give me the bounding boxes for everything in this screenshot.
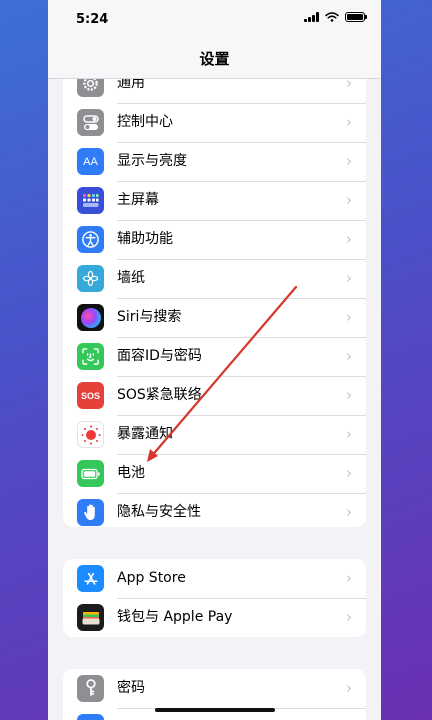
chevron-right-icon: › (346, 347, 352, 365)
settings-row-accessibility[interactable]: 辅助功能 › (63, 220, 366, 259)
wallet-icon (77, 604, 104, 631)
home-indicator[interactable] (155, 708, 275, 712)
app-store-icon (77, 565, 104, 592)
chevron-right-icon: › (346, 269, 352, 287)
settings-row-wallpaper[interactable]: 墙纸 › (63, 259, 366, 298)
settings-list[interactable]: 通用 › 控制中心 › AA 显示与亮度 › 主屏幕 › 辅助功能 › 墙纸 ›… (48, 0, 381, 720)
settings-row-label: 辅助功能 (117, 231, 173, 247)
control-center-icon (77, 109, 104, 136)
chevron-right-icon: › (346, 230, 352, 248)
chevron-right-icon: › (346, 308, 352, 326)
chevron-right-icon: › (346, 679, 352, 697)
settings-group-general: 通用 › 控制中心 › AA 显示与亮度 › 主屏幕 › 辅助功能 › 墙纸 ›… (63, 64, 366, 527)
navigation-bar: 设置 (48, 40, 381, 79)
privacy-hand-icon (77, 499, 104, 526)
wifi-icon (325, 12, 339, 22)
sos-text: SOS (80, 390, 100, 401)
settings-row-label: 密码 (117, 680, 145, 696)
settings-row-label: 钱包与 Apple Pay (117, 609, 233, 625)
siri-icon (77, 304, 104, 331)
settings-row-passwords[interactable]: 密码 › (63, 669, 366, 708)
settings-row-label: App Store (117, 570, 186, 586)
status-bar: 5:24 (48, 0, 381, 40)
settings-row-label: 电池 (117, 465, 145, 481)
settings-row-wallet[interactable]: 钱包与 Apple Pay › (63, 598, 366, 637)
settings-row-battery[interactable]: 电池 › (63, 454, 366, 493)
home-screen-icon (77, 187, 104, 214)
chevron-right-icon: › (346, 608, 352, 626)
settings-group-passwords: 密码 › (63, 669, 366, 720)
settings-row-label: 墙纸 (117, 270, 145, 286)
settings-row-control-center[interactable]: 控制中心 › (63, 103, 366, 142)
settings-row-siri[interactable]: Siri与搜索 › (63, 298, 366, 337)
settings-group-apps: App Store › 钱包与 Apple Pay › (63, 559, 366, 637)
cellular-signal-icon (304, 12, 319, 22)
face-id-icon (77, 343, 104, 370)
phone-screen: 通用 › 控制中心 › AA 显示与亮度 › 主屏幕 › 辅助功能 › 墙纸 ›… (48, 0, 381, 720)
status-time: 5:24 (76, 12, 109, 27)
chevron-right-icon: › (346, 464, 352, 482)
app-icon (77, 714, 104, 720)
chevron-right-icon: › (346, 113, 352, 131)
settings-row-label: 控制中心 (117, 114, 173, 130)
display-brightness-icon: AA (77, 148, 104, 175)
settings-row-label: 主屏幕 (117, 192, 159, 208)
aa-text: AA (83, 155, 98, 168)
page-title: 设置 (199, 50, 230, 68)
settings-row-label: SOS紧急联络 (117, 387, 202, 403)
settings-row-label: Siri与搜索 (117, 309, 182, 325)
battery-icon (77, 460, 104, 487)
settings-row-sos[interactable]: SOS SOS紧急联络 › (63, 376, 366, 415)
chevron-right-icon: › (346, 386, 352, 404)
battery-status-icon (345, 12, 367, 22)
chevron-right-icon: › (346, 503, 352, 521)
chevron-right-icon: › (346, 569, 352, 587)
settings-row-label: 显示与亮度 (117, 153, 187, 169)
exposure-notification-icon (77, 421, 104, 448)
key-icon (77, 675, 104, 702)
settings-row-privacy[interactable]: 隐私与安全性 › (63, 493, 366, 527)
settings-row-exposure[interactable]: 暴露通知 › (63, 415, 366, 454)
accessibility-icon (77, 226, 104, 253)
settings-row-display[interactable]: AA 显示与亮度 › (63, 142, 366, 181)
settings-row-label: 暴露通知 (117, 426, 173, 442)
chevron-right-icon: › (346, 152, 352, 170)
status-icons (304, 12, 367, 22)
settings-row-label: 面容ID与密码 (117, 348, 202, 364)
wallpaper-icon (77, 265, 104, 292)
settings-row-home-screen[interactable]: 主屏幕 › (63, 181, 366, 220)
settings-row-label: 隐私与安全性 (117, 504, 201, 520)
settings-row-app-store[interactable]: App Store › (63, 559, 366, 598)
chevron-right-icon: › (346, 425, 352, 443)
sos-icon: SOS (77, 382, 104, 409)
chevron-right-icon: › (346, 191, 352, 209)
settings-row-face-id[interactable]: 面容ID与密码 › (63, 337, 366, 376)
